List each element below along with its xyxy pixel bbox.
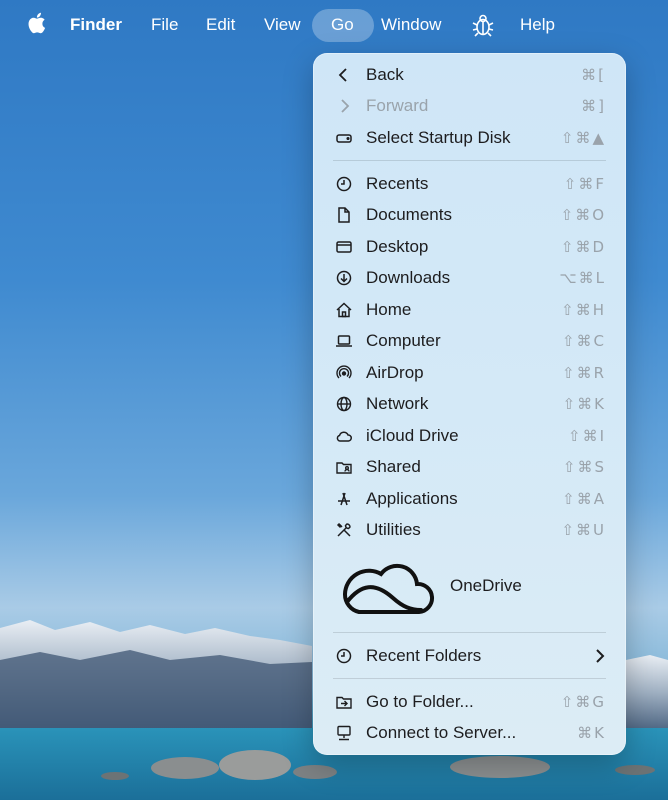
menu-item-icloud-drive[interactable]: iCloud Drive ⇧⌘I [313, 421, 626, 451]
onedrive-icon [341, 554, 435, 618]
menu-view[interactable]: View [264, 13, 301, 37]
menu-item-utilities[interactable]: Utilities ⇧⌘U [313, 515, 626, 545]
menu-item-network[interactable]: Network ⇧⌘K [313, 389, 626, 419]
clock-icon [335, 647, 353, 665]
separator [333, 632, 606, 633]
menu-item-computer[interactable]: Computer ⇧⌘C [313, 326, 626, 356]
menu-item-recent-folders[interactable]: Recent Folders [313, 641, 626, 671]
go-menu: Back ⌘[ Forward ⌘] Select Startup Disk ⇧… [313, 53, 626, 755]
chevron-right-icon [335, 97, 353, 115]
menu-item-applications[interactable]: Applications ⇧⌘A [313, 484, 626, 514]
menu-go[interactable]: Go [331, 13, 354, 37]
menu-edit[interactable]: Edit [206, 13, 235, 37]
menu-item-select-startup-disk[interactable]: Select Startup Disk ⇧⌘▲ [313, 123, 626, 153]
menu-item-forward[interactable]: Forward ⌘] [313, 91, 626, 121]
chevron-right-icon [590, 647, 608, 665]
menu-item-downloads[interactable]: Downloads ⌥⌘L [313, 263, 626, 293]
desktop-icon [335, 238, 353, 256]
server-icon [335, 724, 353, 742]
disk-icon [335, 129, 353, 147]
menu-item-documents[interactable]: Documents ⇧⌘O [313, 200, 626, 230]
menu-window[interactable]: Window [381, 13, 441, 37]
menu-item-shared[interactable]: Shared ⇧⌘S [313, 452, 626, 482]
home-icon [335, 301, 353, 319]
menu-item-airdrop[interactable]: AirDrop ⇧⌘R [313, 358, 626, 388]
menu-item-recents[interactable]: Recents ⇧⌘F [313, 169, 626, 199]
bug-icon[interactable] [472, 13, 494, 37]
menu-item-back[interactable]: Back ⌘[ [313, 60, 626, 90]
separator [333, 160, 606, 161]
applications-icon [335, 490, 353, 508]
desktop: { "menubar": { "apple_icon": "apple-icon… [0, 0, 668, 800]
menu-finder[interactable]: Finder [70, 13, 122, 37]
cloud-icon [335, 427, 353, 445]
airdrop-icon [335, 364, 353, 382]
menu-item-desktop[interactable]: Desktop ⇧⌘D [313, 232, 626, 262]
network-icon [335, 395, 353, 413]
download-icon [335, 269, 353, 287]
menu-item-home[interactable]: Home ⇧⌘H [313, 295, 626, 325]
go-to-folder-icon [335, 693, 353, 711]
menu-item-onedrive[interactable]: OneDrive [313, 550, 626, 622]
menu-item-connect-to-server[interactable]: Connect to Server... ⌘K [313, 718, 626, 748]
menu-file[interactable]: File [151, 13, 178, 37]
separator [333, 678, 606, 679]
menu-help[interactable]: Help [520, 13, 555, 37]
apple-icon[interactable] [26, 11, 46, 35]
menu-bar: Finder File Edit View Go Window Help [0, 0, 668, 50]
menu-item-go-to-folder[interactable]: Go to Folder... ⇧⌘G [313, 687, 626, 717]
laptop-icon [335, 332, 353, 350]
chevron-left-icon [335, 66, 353, 84]
utilities-icon [335, 521, 353, 539]
document-icon [335, 206, 353, 224]
clock-icon [335, 175, 353, 193]
shared-folder-icon [335, 458, 353, 476]
